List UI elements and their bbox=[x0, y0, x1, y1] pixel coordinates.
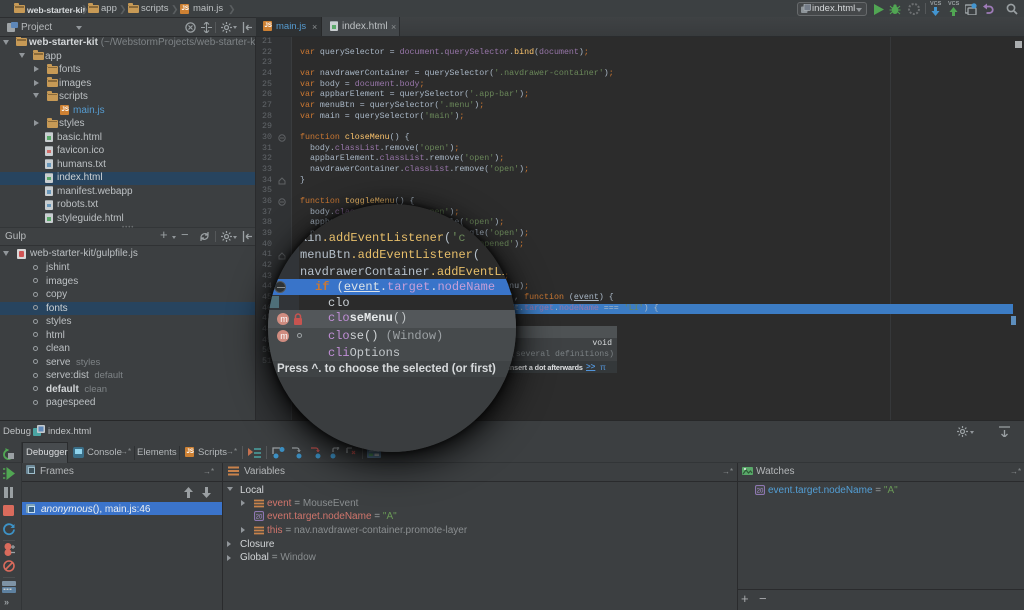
svg-text:20: 20 bbox=[256, 515, 263, 521]
svg-text:20: 20 bbox=[757, 489, 764, 495]
